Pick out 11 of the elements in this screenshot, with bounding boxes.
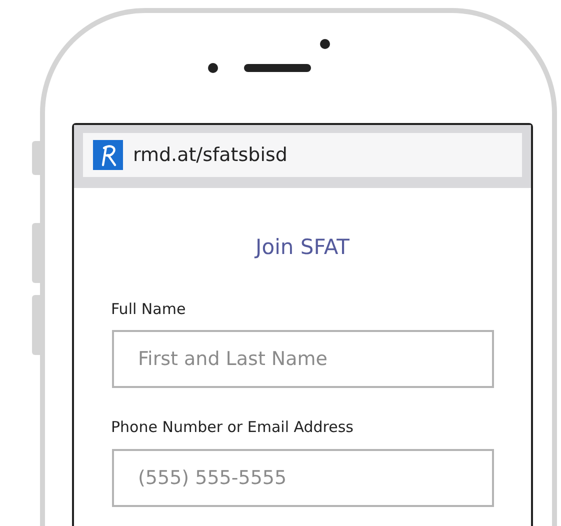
- form-title: Join SFAT: [253, 234, 350, 261]
- camera-dot: [320, 39, 330, 49]
- field-label: Phone Number or Email Address: [111, 417, 354, 438]
- sensor-dot: [208, 63, 218, 73]
- url-text: rmd.at/sfatsbisd: [133, 142, 288, 168]
- input-field[interactable]: (555) 555-5555: [112, 448, 494, 506]
- address-bar[interactable]: rmd.at/sfatsbisd: [83, 133, 522, 177]
- input-field[interactable]: First and Last Name: [112, 330, 494, 388]
- site-logo-icon: [93, 140, 123, 170]
- speaker-slot: [244, 64, 311, 72]
- field-label: Full Name: [111, 298, 187, 320]
